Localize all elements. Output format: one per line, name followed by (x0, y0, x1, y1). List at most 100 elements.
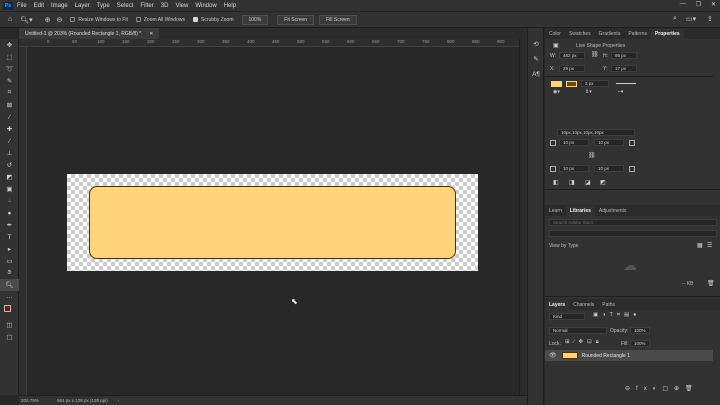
fill-screen-button[interactable]: Fill Screen (319, 14, 357, 25)
path-ops-icon[interactable]: ◧ (553, 179, 559, 186)
hand-tool-icon[interactable]: ✋︎ (0, 267, 19, 279)
corner-bl-field[interactable]: 10 px (559, 165, 589, 172)
healing-brush-tool-icon[interactable]: ✚ (0, 123, 19, 135)
path-subtract-icon[interactable]: ◪ (585, 179, 591, 186)
close-tab-icon[interactable]: ✕ (149, 31, 153, 37)
y-field[interactable]: 17 px (611, 65, 637, 72)
path-intersect-icon[interactable]: ◩ (600, 179, 606, 186)
marquee-tool-icon[interactable]: ⬚ (0, 51, 19, 63)
status-arrow-icon[interactable]: › (118, 398, 120, 403)
restore-icon[interactable]: ❐ (696, 1, 701, 8)
character-panel-icon[interactable]: A¶ (528, 68, 544, 80)
stroke-width-field[interactable]: 2 px (581, 80, 609, 87)
screen-mode-icon[interactable]: ▢ (0, 331, 19, 343)
fill-field[interactable]: 100% (630, 340, 650, 347)
corner-tl-field[interactable]: 10 px (559, 139, 589, 146)
rectangle-tool-icon[interactable]: ▭ (0, 255, 19, 267)
vertical-scrollbar[interactable] (519, 39, 527, 395)
menu-edit[interactable]: Edit (34, 3, 44, 9)
menu-filter[interactable]: Filter (140, 3, 153, 9)
frame-tool-icon[interactable]: ⊠ (0, 99, 19, 111)
foreground-color-swatch[interactable] (4, 305, 11, 312)
document-tab[interactable]: Untitled-1 @ 203% (Rounded Rectangle 1, … (19, 28, 160, 39)
tab-patterns[interactable]: Patterns (624, 29, 651, 39)
quick-mask-icon[interactable]: ◫ (0, 319, 19, 331)
menu-type[interactable]: Type (97, 3, 110, 9)
list-view-icon[interactable]: ☰ (707, 242, 712, 249)
type-tool-icon[interactable]: T (0, 231, 19, 243)
minimize-icon[interactable]: — (680, 1, 686, 8)
eyedropper-tool-icon[interactable]: ⁄ (0, 111, 19, 123)
gradient-tool-icon[interactable]: ▣ (0, 183, 19, 195)
history-brush-tool-icon[interactable]: ↺ (0, 159, 19, 171)
path-selection-tool-icon[interactable]: ▸ (0, 243, 19, 255)
link-icon[interactable]: ⛓ (591, 51, 599, 58)
history-panel-icon[interactable]: ⟲ (528, 38, 544, 50)
menu-image[interactable]: Image (51, 3, 68, 9)
color-swatches[interactable] (0, 303, 19, 319)
libraries-search-input[interactable]: Search Adobe Stock (549, 219, 717, 226)
resize-windows-checkbox[interactable]: Resize Windows to Fit (70, 17, 128, 23)
corner-radius-summary[interactable]: 10px,10px,10px,10px (557, 129, 635, 136)
stroke-color-swatch[interactable] (566, 81, 577, 87)
height-field[interactable]: 95 px (611, 52, 637, 59)
rounded-rectangle-shape[interactable] (89, 186, 456, 259)
tab-learn[interactable]: Learn (545, 206, 566, 216)
stroke-options-icon[interactable]: ⇕▾ (585, 89, 592, 95)
layer-filter-icons[interactable]: ▣◑T⌗▤● (593, 312, 641, 319)
align-icon[interactable]: ◉▾ (553, 89, 560, 95)
move-tool-icon[interactable]: ✥ (0, 39, 19, 51)
close-icon[interactable]: ✕ (711, 1, 716, 8)
tab-swatches[interactable]: Swatches (565, 29, 595, 39)
corner-br-field[interactable]: 10 px (594, 165, 624, 172)
layer-filter-kind[interactable]: Kind (549, 313, 585, 320)
home-icon[interactable]: ⌂ (8, 16, 12, 23)
eraser-tool-icon[interactable]: ◩ (0, 171, 19, 183)
crop-tool-icon[interactable]: ⌗ (0, 87, 19, 99)
opacity-field[interactable]: 100% (630, 327, 650, 334)
zoom-level[interactable]: 202.79% (21, 398, 57, 403)
layer-name[interactable]: Rounded Rectangle 1 (582, 353, 630, 359)
tab-color[interactable]: Color (545, 29, 565, 39)
tab-properties[interactable]: Properties (650, 29, 684, 39)
tab-channels[interactable]: Channels (569, 300, 598, 310)
photoshop-logo-icon[interactable]: Ps (3, 1, 13, 10)
scrubby-zoom-checkbox[interactable]: Scrubby Zoom (192, 17, 234, 23)
blur-tool-icon[interactable]: 💧︎ (0, 195, 19, 207)
fill-color-swatch[interactable] (551, 81, 562, 87)
corner-options-icon[interactable]: ⌐▾ (618, 89, 623, 95)
stroke-type-selector[interactable] (616, 83, 636, 84)
corner-tr-field[interactable]: 10 px (594, 139, 624, 146)
zoom-all-checkbox[interactable]: Zoom All Windows (135, 17, 185, 23)
library-selector[interactable] (549, 230, 717, 237)
trash-icon[interactable]: 🗑︎ (707, 280, 715, 287)
tab-libraries[interactable]: Libraries (565, 206, 595, 216)
menu-help[interactable]: Help (224, 3, 236, 9)
x-field[interactable]: 29 px (559, 65, 585, 72)
menu-view[interactable]: View (175, 3, 188, 9)
lasso-tool-icon[interactable]: ➰ (0, 63, 19, 75)
menu-layer[interactable]: Layer (75, 3, 90, 9)
zoom-100-button[interactable]: 100% (241, 14, 269, 25)
share-icon[interactable]: ⇪ (707, 15, 713, 23)
zoom-out-icon[interactable]: ⊖ (57, 16, 63, 24)
layer-actions-icons[interactable]: ⊖fx◐▢⊕🗑︎ (625, 385, 699, 392)
search-icon[interactable]: ⌕ (673, 15, 677, 23)
fit-screen-button[interactable]: Fit Screen (277, 14, 315, 25)
link-corners-icon[interactable]: ⛓ (588, 152, 596, 159)
zoom-tool-preset-icon[interactable]: 🔍︎▾ (20, 16, 32, 24)
path-combine-icon[interactable]: ◨ (569, 179, 575, 186)
lock-icons[interactable]: ⊞∕✥⊡🔒︎ (565, 339, 603, 346)
grid-view-icon[interactable]: ▦ (697, 242, 703, 249)
layer-row[interactable]: 👁︎ Rounded Rectangle 1 (545, 350, 713, 361)
tab-adjustments[interactable]: Adjustments (595, 206, 631, 216)
brush-tool-icon[interactable]: ∕ (0, 135, 19, 147)
tab-gradients[interactable]: Gradients (595, 29, 625, 39)
menu-select[interactable]: Select (117, 3, 134, 9)
zoom-in-icon[interactable]: ⊕ (45, 16, 51, 24)
tab-layers[interactable]: Layers (545, 300, 570, 310)
more-tools-icon[interactable]: ··· (0, 291, 19, 303)
blend-mode-select[interactable]: Normal (549, 327, 607, 334)
width-field[interactable]: 482 px (559, 52, 585, 59)
zoom-tool-icon[interactable]: 🔍︎ (0, 279, 19, 291)
